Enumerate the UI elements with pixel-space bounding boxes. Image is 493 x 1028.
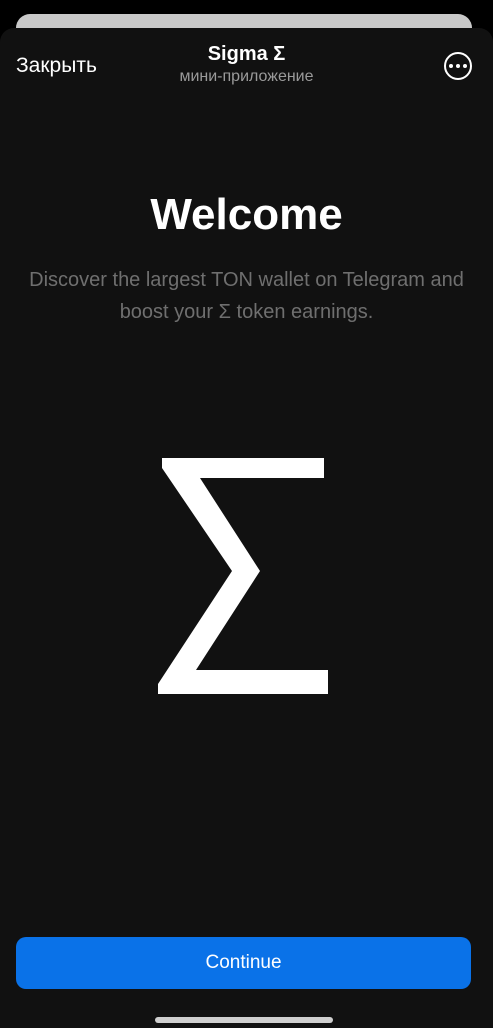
app-title: Sigma Σ [207,43,286,65]
sigma-icon [158,458,328,694]
more-dot [449,64,453,68]
more-dot [456,64,460,68]
welcome-description: Discover the largest TON wallet on Teleg… [29,269,464,323]
home-indicator [155,1017,333,1023]
welcome-heading: Welcome [150,190,343,239]
continue-button[interactable]: Continue [16,937,471,989]
title-block: Sigma Σ мини-приложение [0,42,493,87]
screen: Закрыть Sigma Σ мини-приложение Welcome … [0,0,493,1028]
more-dot [463,64,467,68]
header-bar: Закрыть Sigma Σ мини-приложение [0,28,493,98]
app-subtitle: мини-приложение [179,68,314,85]
more-options-icon[interactable] [444,52,472,80]
mini-app-sheet: Закрыть Sigma Σ мини-приложение Welcome … [0,28,493,1028]
